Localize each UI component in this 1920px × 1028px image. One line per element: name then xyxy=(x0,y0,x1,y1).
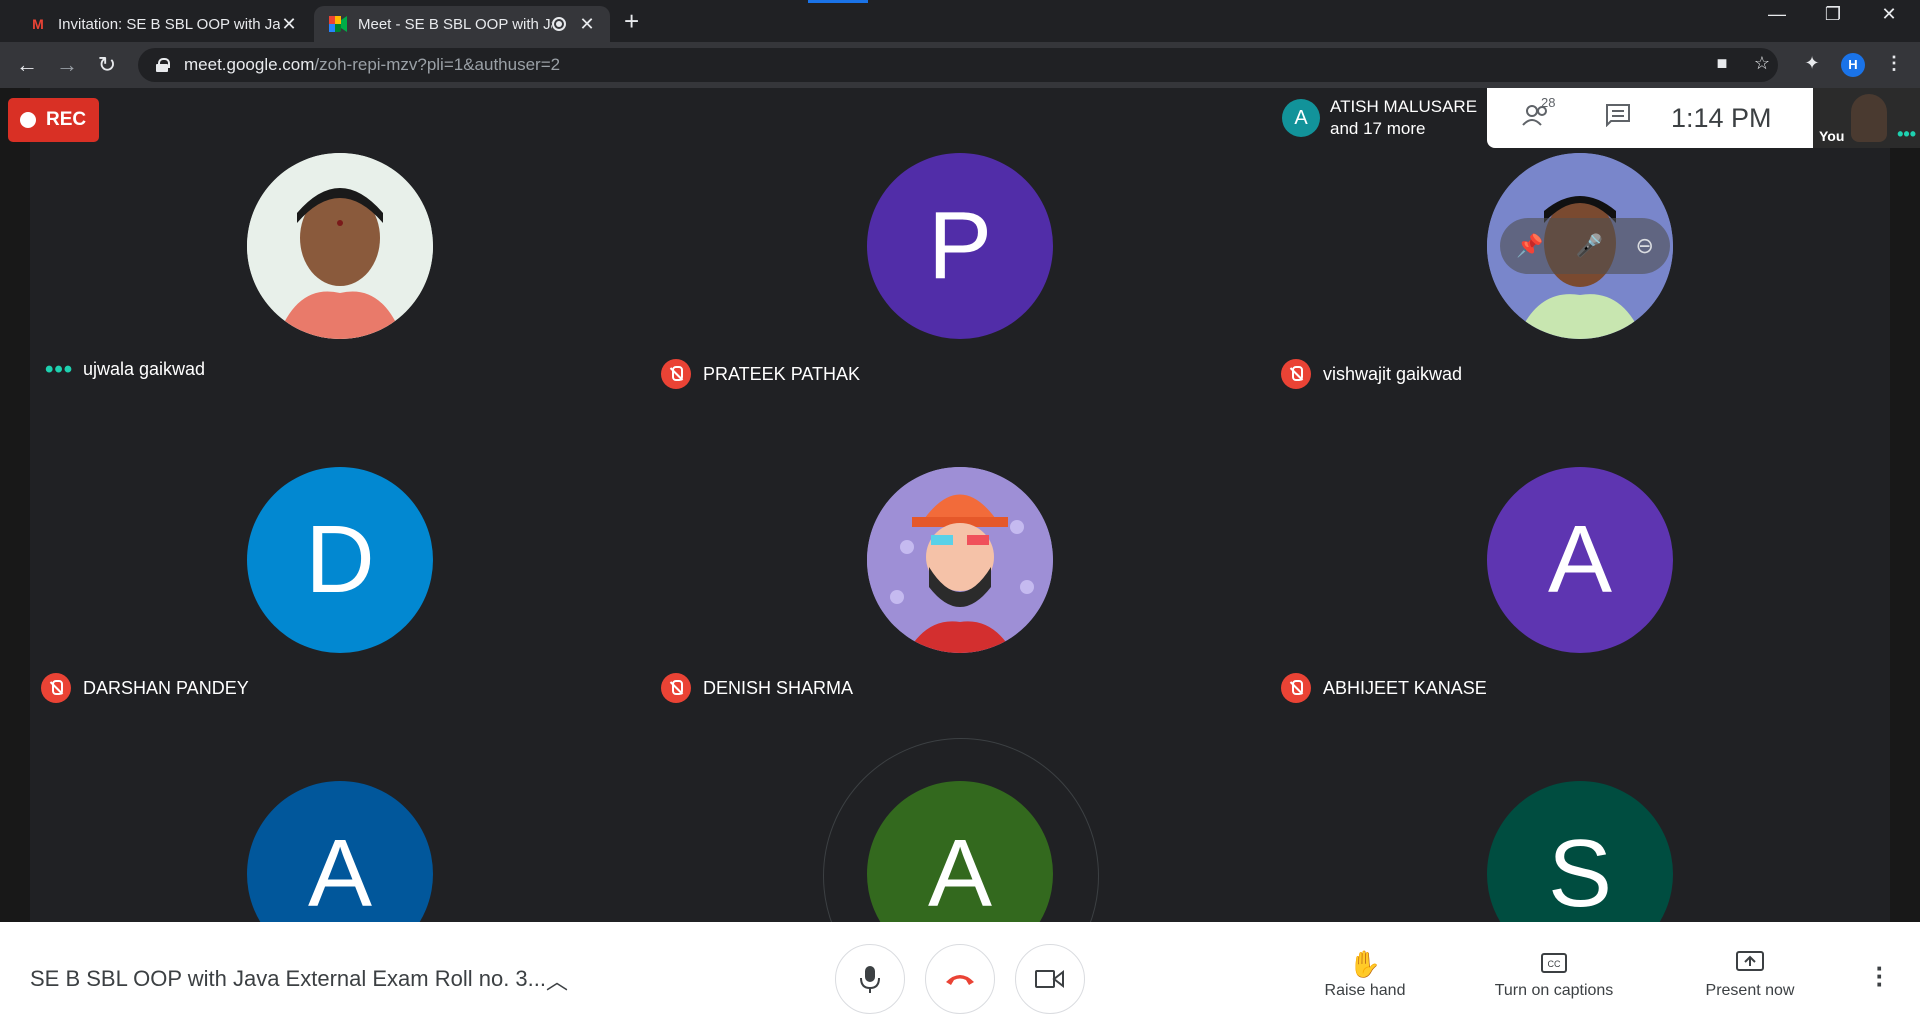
mic-off-icon xyxy=(41,673,71,703)
self-video xyxy=(1851,94,1887,142)
hand-icon: ✋ xyxy=(1348,949,1382,979)
star-icon[interactable]: ☆ xyxy=(1750,53,1774,74)
participant-tile[interactable]: ••• ujwala gaikwad xyxy=(30,88,650,402)
participant-avatar: D xyxy=(247,467,433,653)
mic-off-icon xyxy=(1281,673,1311,703)
url-host: meet.google.com xyxy=(184,55,315,74)
extensions-icon[interactable]: ✦ xyxy=(1800,53,1824,74)
tab-gmail-invitation[interactable]: M Invitation: SE B SBL OOP with Jav ✕ xyxy=(14,6,312,42)
tab-strip: M Invitation: SE B SBL OOP with Jav ✕ Me… xyxy=(0,0,1920,42)
participant-name-row: ••• ujwala gaikwad xyxy=(41,355,206,383)
participant-name-row: DENISH SHARMA xyxy=(661,673,853,703)
present-label: Present now xyxy=(1705,982,1795,999)
meeting-title[interactable]: SE B SBL OOP with Java External Exam Rol… xyxy=(30,966,546,992)
reload-icon[interactable]: ↻ xyxy=(94,52,120,78)
mic-off-icon xyxy=(661,359,691,389)
loading-indicator xyxy=(808,0,868,3)
participant-avatar: P xyxy=(867,153,1053,339)
participant-name: DENISH SHARMA xyxy=(703,677,854,698)
participant-name-row: ABHIJEET KANASE xyxy=(1281,673,1487,703)
stage-edge-right xyxy=(1890,88,1920,922)
captions-button[interactable]: CC Turn on captions xyxy=(1474,946,1634,1000)
participant-tile[interactable]: S xyxy=(1270,716,1890,922)
mic-off-icon xyxy=(661,673,691,703)
participant-name-row: vishwajit gaikwad xyxy=(1281,359,1462,389)
speaking-indicator-icon: ••• xyxy=(1897,124,1916,144)
participant-name: PRATEEK PATHAK xyxy=(703,363,861,384)
participant-tile[interactable]: A xyxy=(650,716,1270,922)
present-now-button[interactable]: Present now xyxy=(1670,946,1830,1000)
stage-edge-left xyxy=(0,88,30,922)
speaking-indicator-icon: ••• xyxy=(45,355,74,383)
participant-tile[interactable]: A ABHIJEET KANASE xyxy=(1270,402,1890,716)
participant-tile[interactable]: A xyxy=(30,716,650,922)
meeting-controls-bar: SE B SBL OOP with Java External Exam Rol… xyxy=(0,922,1920,1028)
remove-participant-icon[interactable]: ⊖ xyxy=(1635,233,1653,259)
raise-hand-label: Raise hand xyxy=(1324,982,1406,999)
microphone-button[interactable] xyxy=(835,944,905,1014)
restore-button[interactable]: ❐ xyxy=(1806,4,1860,25)
recording-icon xyxy=(552,17,566,31)
mic-off-icon xyxy=(1281,359,1311,389)
present-icon xyxy=(1670,946,1830,982)
tile-hover-controls: 📌 🎤 ⊖ xyxy=(1500,218,1670,274)
participant-tile[interactable]: P PRATEEK PATHAK xyxy=(650,88,1270,402)
close-tab-icon[interactable]: ✕ xyxy=(280,14,298,35)
self-label: You xyxy=(1819,128,1845,144)
meet-icon xyxy=(328,15,348,33)
participant-avatar: A xyxy=(867,781,1053,922)
back-arrow-icon[interactable]: ← xyxy=(14,52,40,78)
camera-button[interactable] xyxy=(1015,944,1085,1014)
mute-participant-icon[interactable]: 🎤 xyxy=(1576,233,1603,259)
leave-call-button[interactable] xyxy=(925,944,995,1014)
participant-tile[interactable]: D DARSHAN PANDEY xyxy=(30,402,650,716)
minimize-button[interactable]: — xyxy=(1750,4,1804,25)
more-options-icon[interactable]: · · · xyxy=(1874,955,1886,997)
participant-avatar: A xyxy=(1487,467,1673,653)
presenter-avatar: A xyxy=(1282,99,1320,137)
self-view-tile[interactable]: You ••• xyxy=(1813,88,1920,148)
tab-title: Invitation: SE B SBL OOP with Jav xyxy=(58,15,280,33)
tab-title: Meet - SE B SBL OOP with Ja xyxy=(358,15,552,33)
participant-name: ujwala gaikwad xyxy=(83,359,206,379)
browser-toolbar: ← → ↻ meet.google.com/zoh-repi-mzv?pli=1… xyxy=(0,42,1920,88)
presenter-more: and 17 more xyxy=(1330,119,1426,138)
tab-meet[interactable]: Meet - SE B SBL OOP with Ja ✕ xyxy=(314,6,610,42)
profile-avatar[interactable]: H xyxy=(1841,53,1865,77)
participant-name: vishwajit gaikwad xyxy=(1323,363,1463,384)
meeting-info-bar: 28 1:14 PM xyxy=(1487,88,1813,148)
participant-photo xyxy=(247,153,433,339)
participant-tile[interactable]: DENISH SHARMA xyxy=(650,402,1270,716)
presenter-name: ATISH MALUSARE xyxy=(1330,97,1478,116)
gmail-icon: M xyxy=(32,16,44,32)
svg-text:CC: CC xyxy=(1548,959,1561,969)
address-bar[interactable]: meet.google.com/zoh-repi-mzv?pli=1&authu… xyxy=(138,48,1778,82)
chat-icon[interactable] xyxy=(1593,103,1643,134)
close-tab-icon[interactable]: ✕ xyxy=(578,14,596,35)
captions-label: Turn on captions xyxy=(1494,982,1614,999)
participant-name-row: DARSHAN PANDEY xyxy=(41,673,249,703)
browser-menu-icon[interactable]: ⋮ xyxy=(1882,53,1906,74)
chevron-up-icon[interactable]: ︿ xyxy=(546,964,568,996)
forward-arrow-icon[interactable]: → xyxy=(54,52,80,78)
participant-avatar: S xyxy=(1487,781,1673,922)
participant-name: DARSHAN PANDEY xyxy=(83,677,249,698)
new-tab-button[interactable]: + xyxy=(624,6,639,36)
captions-icon: CC xyxy=(1474,946,1634,982)
participant-name-row: PRATEEK PATHAK xyxy=(661,359,860,389)
raise-hand-button[interactable]: ✋ Raise hand xyxy=(1285,946,1445,1000)
lock-icon xyxy=(156,58,170,72)
people-icon[interactable]: 28 xyxy=(1511,95,1561,134)
close-window-button[interactable]: ✕ xyxy=(1862,4,1916,25)
pin-icon[interactable]: 📌 xyxy=(1516,233,1543,259)
participant-count: 28 xyxy=(1541,94,1556,110)
presenter-chip[interactable]: A ATISH MALUSARE and 17 more xyxy=(1272,88,1487,148)
participant-photo xyxy=(867,467,1053,653)
participant-avatar: A xyxy=(247,781,433,922)
camera-in-use-icon[interactable]: ■ xyxy=(1710,53,1734,74)
url-path: /zoh-repi-mzv?pli=1&authuser=2 xyxy=(314,55,561,74)
participant-name: ABHIJEET KANASE xyxy=(1323,677,1487,698)
meeting-clock: 1:14 PM xyxy=(1671,102,1772,133)
